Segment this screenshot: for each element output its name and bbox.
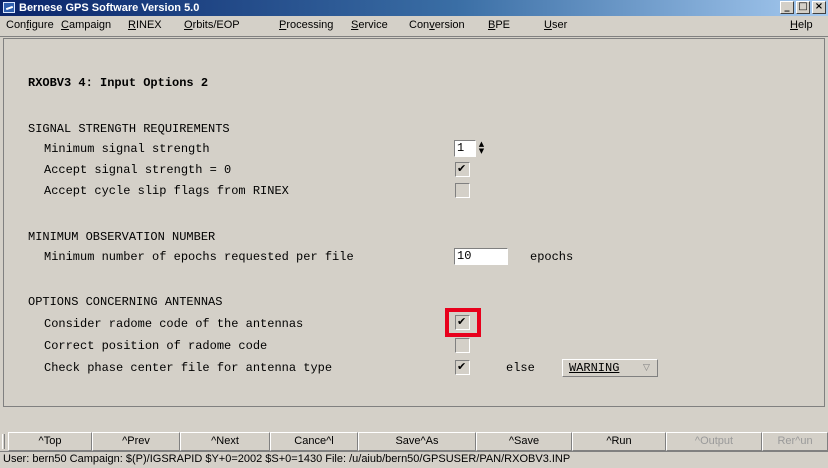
status-bar: User: bern50 Campaign: $(P)/IGSRAPID $Y+…: [0, 451, 828, 468]
label-epochs-unit: epochs: [530, 250, 574, 264]
min-epochs-input[interactable]: 10: [454, 248, 508, 265]
label-min-epochs: Minimum number of epochs requested per f…: [44, 250, 354, 264]
cancel-button[interactable]: Cance^l: [270, 432, 358, 451]
maximize-button[interactable]: □: [796, 1, 810, 14]
app-icon: [3, 2, 15, 13]
correct-radome-position-checkbox[interactable]: [455, 338, 470, 353]
run-button[interactable]: ^Run: [572, 432, 666, 451]
dropdown-arrow-icon: ▽: [643, 363, 650, 373]
menu-help[interactable]: Help: [790, 19, 813, 31]
panel-title: RXOBV3 4: Input Options 2: [28, 76, 209, 90]
next-button[interactable]: ^Next: [180, 432, 270, 451]
label-else: else: [506, 361, 535, 375]
else-action-value: WARNING: [569, 361, 620, 375]
menu-rinex[interactable]: RINEX: [128, 19, 162, 31]
output-button[interactable]: ^Output: [666, 432, 762, 451]
top-button[interactable]: ^Top: [8, 432, 92, 451]
menu-bar: Configure Campaign RINEX Orbits/EOP Proc…: [0, 16, 828, 37]
min-signal-strength-spinner[interactable]: ▲ ▼: [477, 141, 486, 157]
min-signal-strength-input[interactable]: 1: [454, 140, 476, 157]
label-accept-zero-strength: Accept signal strength = 0: [44, 163, 232, 177]
label-consider-radome-code: Consider radome code of the antennas: [44, 317, 304, 331]
title-bar: Bernese GPS Software Version 5.0 _ □ ×: [0, 0, 828, 16]
highlight-box: [445, 308, 481, 337]
section-header-signal: SIGNAL STRENGTH REQUIREMENTS: [28, 122, 230, 136]
grip-handle[interactable]: [2, 434, 5, 449]
check-icon: ✔: [457, 360, 467, 373]
label-check-phase-center: Check phase center file for antenna type: [44, 361, 333, 375]
prev-button[interactable]: ^Prev: [92, 432, 180, 451]
window-title: Bernese GPS Software Version 5.0: [19, 2, 200, 14]
input-panel: RXOBV3 4: Input Options 2 SIGNAL STRENGT…: [3, 38, 825, 407]
label-correct-radome-position: Correct position of radome code: [44, 339, 268, 353]
menu-user[interactable]: User: [544, 19, 567, 31]
label-accept-cycle-slip: Accept cycle slip flags from RINEX: [44, 184, 289, 198]
minimize-button[interactable]: _: [780, 1, 794, 14]
menu-service[interactable]: Service: [351, 19, 388, 31]
menu-processing[interactable]: Processing: [279, 19, 333, 31]
check-phase-center-checkbox[interactable]: ✔: [455, 360, 470, 375]
accept-cycle-slip-checkbox[interactable]: [455, 183, 470, 198]
section-header-observation: MINIMUM OBSERVATION NUMBER: [28, 230, 216, 244]
save-button[interactable]: ^Save: [476, 432, 572, 451]
menu-configure[interactable]: Configure: [6, 19, 54, 31]
check-icon: ✔: [457, 162, 467, 175]
close-button[interactable]: ×: [812, 1, 826, 14]
menu-campaign[interactable]: Campaign: [61, 19, 111, 31]
else-action-dropdown[interactable]: WARNING ▽: [562, 359, 658, 377]
button-bar: ^Top ^Prev ^Next Cance^l Save^As ^Save ^…: [0, 432, 828, 451]
menu-orbits-eop[interactable]: Orbits/EOP: [184, 19, 240, 31]
spin-down-icon[interactable]: ▼: [477, 148, 486, 155]
accept-zero-strength-checkbox[interactable]: ✔: [455, 162, 470, 177]
menu-bpe[interactable]: BPE: [488, 19, 510, 31]
save-as-button[interactable]: Save^As: [358, 432, 476, 451]
rerun-button[interactable]: Rer^un: [762, 432, 828, 451]
section-header-antennas: OPTIONS CONCERNING ANTENNAS: [28, 295, 223, 309]
label-min-signal-strength: Minimum signal strength: [44, 142, 210, 156]
menu-conversion[interactable]: Conversion: [409, 19, 465, 31]
